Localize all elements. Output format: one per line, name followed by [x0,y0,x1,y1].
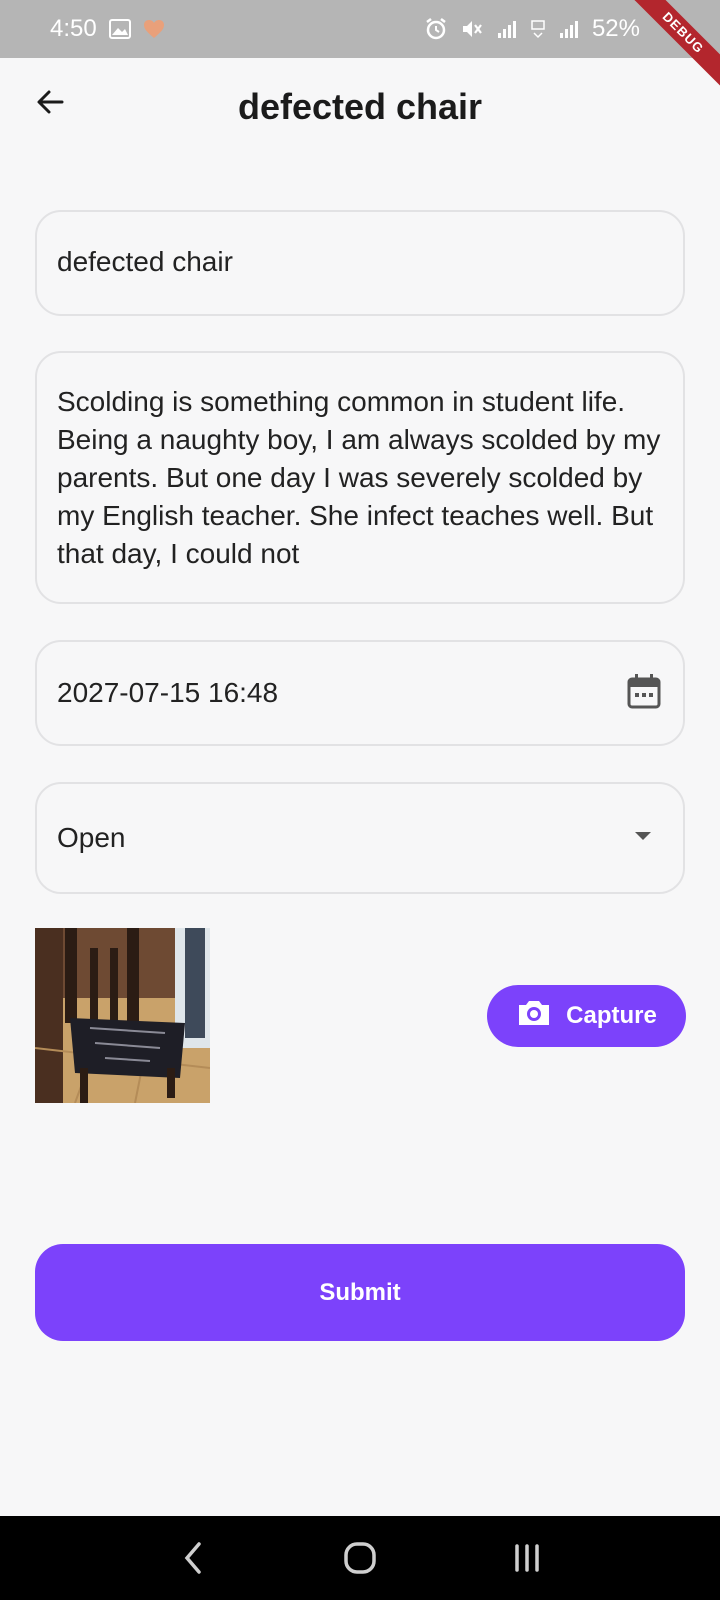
nav-back-button[interactable] [163,1528,223,1588]
date-picker-field[interactable]: 2027-07-15 16:48 [35,640,685,746]
capture-button[interactable]: Capture [487,985,686,1047]
camera-icon [516,998,552,1035]
alarm-icon [424,17,448,41]
status-time: 4:50 [50,15,97,42]
date-value: 2027-07-15 16:48 [57,677,279,708]
gallery-icon [108,19,131,39]
status-bar-left: 4:50 [50,15,165,43]
nav-home-button[interactable] [330,1528,390,1588]
heart-icon [143,19,165,39]
chevron-left-icon [185,1542,202,1574]
status-dropdown[interactable]: Open [35,782,685,894]
title-input-value: defected chair [57,246,233,277]
nav-recents-button[interactable] [497,1528,557,1588]
battery-level: 52% [591,15,640,42]
home-icon [344,1542,376,1574]
title-input[interactable]: defected chair [35,210,685,316]
submit-button[interactable]: Submit [35,1244,685,1341]
status-bar: 4:50 52% DEBUG [0,0,720,94]
app-bar: defected chair [0,58,720,154]
mute-icon [460,17,484,41]
calendar-icon[interactable] [627,673,661,714]
capture-button-label: Capture [566,1002,657,1029]
captured-photo[interactable] [35,928,210,1103]
status-selected-value: Open [57,822,126,853]
recents-icon [514,1544,539,1572]
network-4g-icon [530,17,546,41]
signal-icon-2 [558,18,580,40]
description-input[interactable]: Scolding is something common in student … [35,351,685,604]
caret-down-icon [633,829,653,847]
status-bar-right: 52% [424,15,640,43]
page-title: defected chair [237,86,483,127]
system-nav-bar [0,1516,720,1600]
description-input-value: Scolding is something common in student … [57,386,661,569]
submit-button-label: Submit [319,1278,401,1306]
signal-icon [496,18,518,40]
